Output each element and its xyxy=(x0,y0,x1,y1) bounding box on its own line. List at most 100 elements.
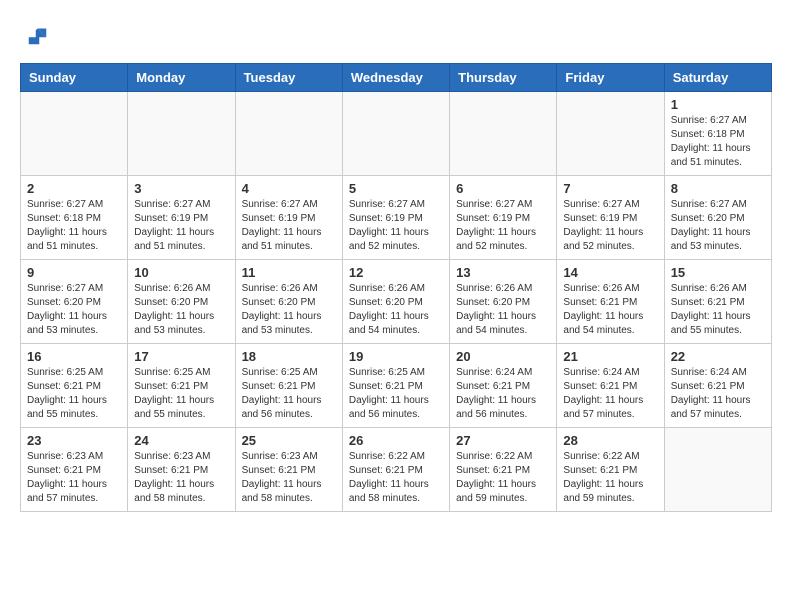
cell-info: Sunrise: 6:24 AM Sunset: 6:21 PM Dayligh… xyxy=(456,366,550,422)
day-number: 2 xyxy=(27,181,121,196)
cell-info: Sunrise: 6:27 AM Sunset: 6:20 PM Dayligh… xyxy=(671,198,765,254)
calendar-cell-w3-d5: 21 Sunrise: 6:24 AM Sunset: 6:21 PM Dayli… xyxy=(557,344,664,428)
day-number: 10 xyxy=(134,265,228,280)
day-number: 5 xyxy=(349,181,443,196)
logo-icon xyxy=(20,25,48,53)
cell-info: Sunrise: 6:26 AM Sunset: 6:20 PM Dayligh… xyxy=(456,282,550,338)
calendar-body: 1 Sunrise: 6:27 AM Sunset: 6:18 PM Daylig… xyxy=(21,92,772,512)
calendar-cell-w3-d1: 17Sunrise: 6:25 AM Sunset: 6:21 PM Dayli… xyxy=(128,344,235,428)
calendar-cell-w2-d1: 10 Sunrise: 6:26 AM Sunset: 6:20 PM Dayli… xyxy=(128,260,235,344)
cell-info: Sunrise: 6:23 AM Sunset: 6:21 PM Dayligh… xyxy=(134,450,228,506)
week-row-2: 9 Sunrise: 6:27 AM Sunset: 6:20 PM Daylig… xyxy=(21,260,772,344)
cell-info: Sunrise: 6:24 AM Sunset: 6:21 PM Dayligh… xyxy=(563,366,657,422)
calendar-cell-w4-d0: 23 Sunrise: 6:23 AM Sunset: 6:21 PM Dayli… xyxy=(21,428,128,512)
day-number: 11 xyxy=(242,265,336,280)
calendar-cell-w3-d2: 18 Sunrise: 6:25 AM Sunset: 6:21 PM Dayli… xyxy=(235,344,342,428)
week-row-1: 2 Sunrise: 6:27 AM Sunset: 6:18 PM Daylig… xyxy=(21,176,772,260)
day-number: 23 xyxy=(27,433,121,448)
weekday-header-sunday: Sunday xyxy=(21,64,128,92)
cell-info: Sunrise: 6:27 AM Sunset: 6:18 PM Dayligh… xyxy=(27,198,121,254)
calendar-cell-w0-d2 xyxy=(235,92,342,176)
cell-info: Sunrise: 6:25 AM Sunset: 6:21 PM Dayligh… xyxy=(349,366,443,422)
cell-info: Sunrise: 6:26 AM Sunset: 6:21 PM Dayligh… xyxy=(563,282,657,338)
day-number: 24 xyxy=(134,433,228,448)
cell-info: Sunrise: 6:27 AM Sunset: 6:19 PM Dayligh… xyxy=(134,198,228,254)
calendar-cell-w3-d0: 16 Sunrise: 6:25 AM Sunset: 6:21 PM Dayli… xyxy=(21,344,128,428)
cell-info: Sunrise: 6:27 AM Sunset: 6:20 PM Dayligh… xyxy=(27,282,121,338)
weekday-header-tuesday: Tuesday xyxy=(235,64,342,92)
day-number: 13 xyxy=(456,265,550,280)
calendar-cell-w0-d1 xyxy=(128,92,235,176)
calendar-cell-w4-d2: 25 Sunrise: 6:23 AM Sunset: 6:21 PM Dayli… xyxy=(235,428,342,512)
calendar-cell-w4-d4: 27 Sunrise: 6:22 AM Sunset: 6:21 PM Dayli… xyxy=(450,428,557,512)
calendar-table: SundayMondayTuesdayWednesdayThursdayFrid… xyxy=(20,63,772,512)
calendar-cell-w3-d4: 20 Sunrise: 6:24 AM Sunset: 6:21 PM Dayli… xyxy=(450,344,557,428)
calendar-cell-w2-d6: 15 Sunrise: 6:26 AM Sunset: 6:21 PM Dayli… xyxy=(664,260,771,344)
calendar-cell-w1-d5: 7 Sunrise: 6:27 AM Sunset: 6:19 PM Daylig… xyxy=(557,176,664,260)
day-number: 28 xyxy=(563,433,657,448)
day-number: 26 xyxy=(349,433,443,448)
day-number: 8 xyxy=(671,181,765,196)
day-number: 1 xyxy=(671,97,765,112)
day-number: 16 xyxy=(27,349,121,364)
weekday-header-saturday: Saturday xyxy=(664,64,771,92)
day-number: 15 xyxy=(671,265,765,280)
cell-info: Sunrise: 6:26 AM Sunset: 6:20 PM Dayligh… xyxy=(349,282,443,338)
calendar-cell-w1-d1: 3 Sunrise: 6:27 AM Sunset: 6:19 PM Daylig… xyxy=(128,176,235,260)
day-number: 25 xyxy=(242,433,336,448)
cell-info: Sunrise: 6:25 AM Sunset: 6:21 PM Dayligh… xyxy=(242,366,336,422)
weekday-header-row: SundayMondayTuesdayWednesdayThursdayFrid… xyxy=(21,64,772,92)
day-number: 21 xyxy=(563,349,657,364)
cell-info: Sunrise: 6:27 AM Sunset: 6:19 PM Dayligh… xyxy=(349,198,443,254)
calendar-cell-w1-d4: 6 Sunrise: 6:27 AM Sunset: 6:19 PM Daylig… xyxy=(450,176,557,260)
page-header xyxy=(20,20,772,53)
calendar-cell-w1-d3: 5 Sunrise: 6:27 AM Sunset: 6:19 PM Daylig… xyxy=(342,176,449,260)
cell-info: Sunrise: 6:23 AM Sunset: 6:21 PM Dayligh… xyxy=(27,450,121,506)
calendar-cell-w3-d3: 19 Sunrise: 6:25 AM Sunset: 6:21 PM Dayli… xyxy=(342,344,449,428)
calendar-cell-w1-d2: 4 Sunrise: 6:27 AM Sunset: 6:19 PM Daylig… xyxy=(235,176,342,260)
week-row-0: 1 Sunrise: 6:27 AM Sunset: 6:18 PM Daylig… xyxy=(21,92,772,176)
day-number: 9 xyxy=(27,265,121,280)
calendar-cell-w2-d0: 9 Sunrise: 6:27 AM Sunset: 6:20 PM Daylig… xyxy=(21,260,128,344)
calendar-cell-w4-d5: 28 Sunrise: 6:22 AM Sunset: 6:21 PM Dayli… xyxy=(557,428,664,512)
day-number: 3 xyxy=(134,181,228,196)
cell-info: Sunrise: 6:25 AM Sunset: 6:21 PM Dayligh… xyxy=(134,366,228,422)
calendar-cell-w2-d5: 14 Sunrise: 6:26 AM Sunset: 6:21 PM Dayli… xyxy=(557,260,664,344)
cell-info: Sunrise: 6:25 AM Sunset: 6:21 PM Dayligh… xyxy=(27,366,121,422)
calendar-cell-w0-d3 xyxy=(342,92,449,176)
cell-info: Sunrise: 6:26 AM Sunset: 6:20 PM Dayligh… xyxy=(134,282,228,338)
day-number: 22 xyxy=(671,349,765,364)
cell-info: Sunrise: 6:27 AM Sunset: 6:19 PM Dayligh… xyxy=(563,198,657,254)
cell-info: Sunrise: 6:22 AM Sunset: 6:21 PM Dayligh… xyxy=(456,450,550,506)
cell-info: Sunrise: 6:22 AM Sunset: 6:21 PM Dayligh… xyxy=(563,450,657,506)
day-number: 7 xyxy=(563,181,657,196)
week-row-4: 23 Sunrise: 6:23 AM Sunset: 6:21 PM Dayli… xyxy=(21,428,772,512)
day-number: 20 xyxy=(456,349,550,364)
day-number: 14 xyxy=(563,265,657,280)
cell-info: Sunrise: 6:26 AM Sunset: 6:20 PM Dayligh… xyxy=(242,282,336,338)
calendar-cell-w2-d2: 11 Sunrise: 6:26 AM Sunset: 6:20 PM Dayli… xyxy=(235,260,342,344)
calendar-cell-w2-d4: 13 Sunrise: 6:26 AM Sunset: 6:20 PM Dayli… xyxy=(450,260,557,344)
day-number: 6 xyxy=(456,181,550,196)
calendar-cell-w0-d5 xyxy=(557,92,664,176)
day-number: 4 xyxy=(242,181,336,196)
weekday-header-friday: Friday xyxy=(557,64,664,92)
weekday-header-thursday: Thursday xyxy=(450,64,557,92)
cell-info: Sunrise: 6:27 AM Sunset: 6:18 PM Dayligh… xyxy=(671,114,765,170)
cell-info: Sunrise: 6:22 AM Sunset: 6:21 PM Dayligh… xyxy=(349,450,443,506)
calendar-cell-w1-d0: 2 Sunrise: 6:27 AM Sunset: 6:18 PM Daylig… xyxy=(21,176,128,260)
weekday-header-monday: Monday xyxy=(128,64,235,92)
calendar-cell-w0-d4 xyxy=(450,92,557,176)
calendar-cell-w4-d1: 24 Sunrise: 6:23 AM Sunset: 6:21 PM Dayli… xyxy=(128,428,235,512)
week-row-3: 16 Sunrise: 6:25 AM Sunset: 6:21 PM Dayli… xyxy=(21,344,772,428)
cell-info: Sunrise: 6:23 AM Sunset: 6:21 PM Dayligh… xyxy=(242,450,336,506)
day-number: 19 xyxy=(349,349,443,364)
calendar-cell-w2-d3: 12Sunrise: 6:26 AM Sunset: 6:20 PM Dayli… xyxy=(342,260,449,344)
cell-info: Sunrise: 6:26 AM Sunset: 6:21 PM Dayligh… xyxy=(671,282,765,338)
day-number: 27 xyxy=(456,433,550,448)
day-number: 18 xyxy=(242,349,336,364)
calendar-cell-w1-d6: 8 Sunrise: 6:27 AM Sunset: 6:20 PM Daylig… xyxy=(664,176,771,260)
calendar-cell-w4-d6 xyxy=(664,428,771,512)
cell-info: Sunrise: 6:27 AM Sunset: 6:19 PM Dayligh… xyxy=(242,198,336,254)
cell-info: Sunrise: 6:27 AM Sunset: 6:19 PM Dayligh… xyxy=(456,198,550,254)
